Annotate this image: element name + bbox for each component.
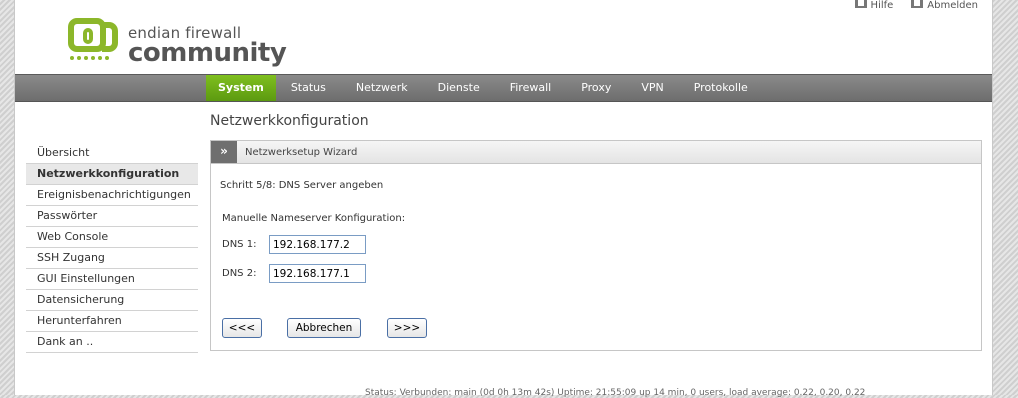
collapse-chevron-icon[interactable]: » (211, 141, 237, 163)
logout-link-label: Abmelden (927, 0, 978, 11)
next-button[interactable]: >>> (387, 318, 427, 338)
sidebar: Übersicht Netzwerkkonfiguration Ereignis… (26, 143, 198, 353)
sidebar-item-ereignisbenachrichtigungen[interactable]: Ereignisbenachrichtigungen (26, 185, 198, 206)
logout-icon (911, 0, 924, 8)
nav-vpn[interactable]: VPN (626, 75, 678, 101)
sidebar-item-web-console[interactable]: Web Console (26, 227, 198, 248)
dns1-label: DNS 1: (222, 239, 257, 250)
endian-logo-icon (68, 18, 122, 64)
sidebar-item-datensicherung[interactable]: Datensicherung (26, 290, 198, 311)
logout-link[interactable]: Abmelden (911, 0, 978, 11)
nav-protokolle[interactable]: Protokolle (679, 75, 763, 101)
wizard-step: Schritt 5/8: DNS Server angeben (220, 180, 384, 191)
nav-status[interactable]: Status (276, 75, 341, 101)
logo-text: endian firewall community (128, 26, 287, 68)
dns2-label: DNS 2: (222, 268, 257, 279)
wizard-panel: » Netzwerksetup Wizard Schritt 5/8: DNS … (210, 140, 982, 351)
nav-dienste[interactable]: Dienste (423, 75, 495, 101)
sidebar-item-uebersicht[interactable]: Übersicht (26, 143, 198, 164)
sidebar-item-herunterfahren[interactable]: Herunterfahren (26, 311, 198, 332)
page-container: Hilfe Abmelden endian firewall community… (14, 0, 993, 398)
help-icon (854, 0, 867, 8)
sidebar-item-passwoerter[interactable]: Passwörter (26, 206, 198, 227)
nav-proxy[interactable]: Proxy (566, 75, 626, 101)
dns1-input[interactable] (269, 235, 366, 254)
help-link[interactable]: Hilfe (854, 0, 894, 11)
dns2-row: DNS 2: (222, 264, 366, 283)
footer-status: Status: Verbunden: main (0d 0h 13m 42s) … (365, 388, 866, 398)
sidebar-item-dank-an[interactable]: Dank an .. (26, 332, 198, 353)
logo: endian firewall community (68, 18, 287, 68)
logo-line2: community (128, 38, 287, 68)
page-title: Netzwerkkonfiguration (210, 113, 369, 129)
back-button[interactable]: <<< (222, 318, 262, 338)
nav-netzwerk[interactable]: Netzwerk (341, 75, 423, 101)
wizard-header: » Netzwerksetup Wizard (211, 141, 981, 164)
main-nav: System Status Netzwerk Dienste Firewall … (206, 75, 763, 101)
sidebar-item-gui-einstellungen[interactable]: GUI Einstellungen (26, 269, 198, 290)
nav-firewall[interactable]: Firewall (495, 75, 566, 101)
sidebar-item-netzwerkkonfiguration[interactable]: Netzwerkkonfiguration (26, 164, 198, 185)
nav-system[interactable]: System (206, 75, 276, 101)
wizard-title: Netzwerksetup Wizard (245, 146, 358, 158)
top-links: Hilfe Abmelden (854, 0, 978, 11)
main-navbar: System Status Netzwerk Dienste Firewall … (15, 74, 992, 102)
sidebar-item-ssh-zugang[interactable]: SSH Zugang (26, 248, 198, 269)
nameserver-section-label: Manuelle Nameserver Konfiguration: (222, 213, 406, 224)
dns1-row: DNS 1: (222, 235, 366, 254)
cancel-button[interactable]: Abbrechen (287, 318, 361, 338)
dns2-input[interactable] (269, 264, 366, 283)
help-link-label: Hilfe (870, 0, 894, 11)
